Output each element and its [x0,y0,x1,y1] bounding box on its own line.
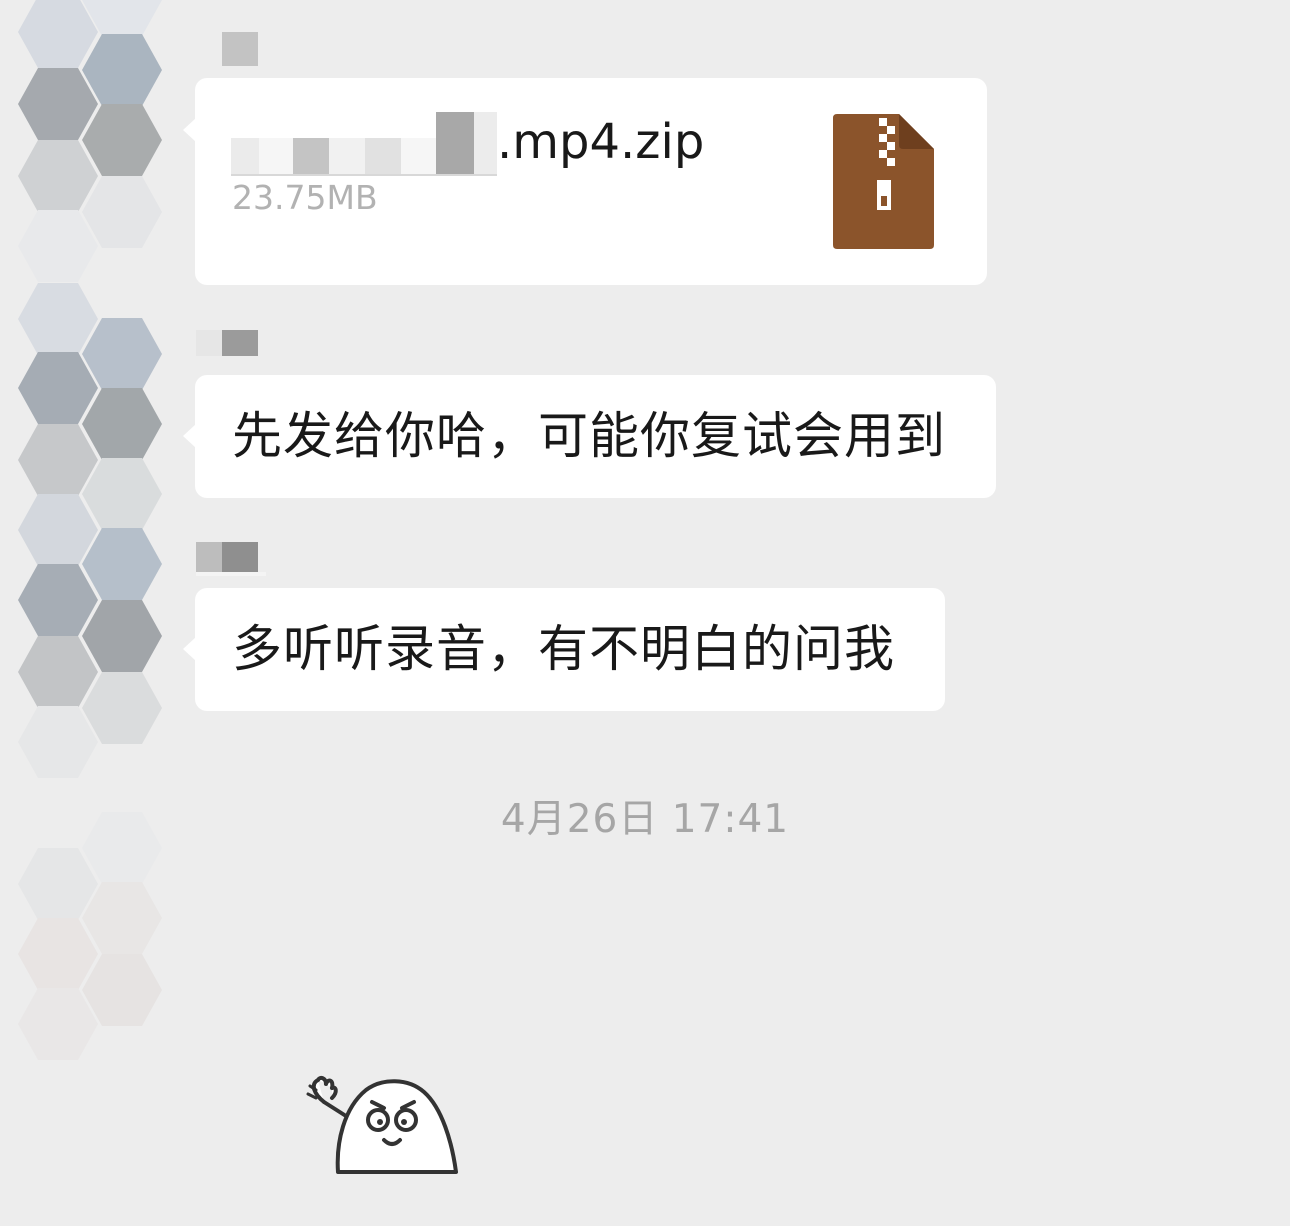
avatar-tile [82,600,162,672]
chat-timestamp: 4月26日 17:41 [500,797,790,842]
avatar-tile [18,0,98,68]
avatar-tile [82,34,162,106]
message-text: 多听听录音，有不明白的问我 [232,620,895,678]
avatar-tile [18,636,98,708]
avatar-tile [82,318,162,390]
waving-ghost-sticker[interactable] [300,1072,460,1176]
redacted-filename [231,112,497,176]
avatar-tile [82,954,162,1026]
text-message-bubble[interactable]: 多听听录音，有不明白的问我 [183,588,945,711]
avatar-tile [18,140,98,212]
avatar-tile [82,882,162,954]
avatar-tile [18,848,98,920]
sender-name [196,542,266,576]
text-message-bubble[interactable]: 先发给你哈，可能你复试会用到 [183,375,996,498]
avatar-tile [18,706,98,778]
file-message-bubble[interactable]: .mp4.zip 23.75MB [183,78,987,285]
file-size: 23.75MB [232,178,378,217]
avatar-tile [18,564,98,636]
file-extension: .mp4.zip [497,114,705,170]
avatar-tile [82,672,162,744]
zip-archive-icon [833,114,934,249]
avatar-tile [82,528,162,600]
avatar-tile [18,424,98,496]
avatar-tile [18,352,98,424]
sender-name [196,330,258,364]
avatar-tile [18,68,98,140]
avatar-tile [82,104,162,176]
avatar-tile [82,458,162,530]
avatar-tile [18,210,98,282]
avatar-tile [18,988,98,1060]
sender-name [222,32,258,66]
avatar-column [0,0,190,1226]
avatar-tile [18,283,98,355]
avatar-tile [82,388,162,460]
message-text: 先发给你哈，可能你复试会用到 [232,407,946,465]
avatar-tile [18,918,98,990]
file-name: .mp4.zip [231,112,704,176]
avatar-tile [82,176,162,248]
avatar-tile [18,494,98,566]
